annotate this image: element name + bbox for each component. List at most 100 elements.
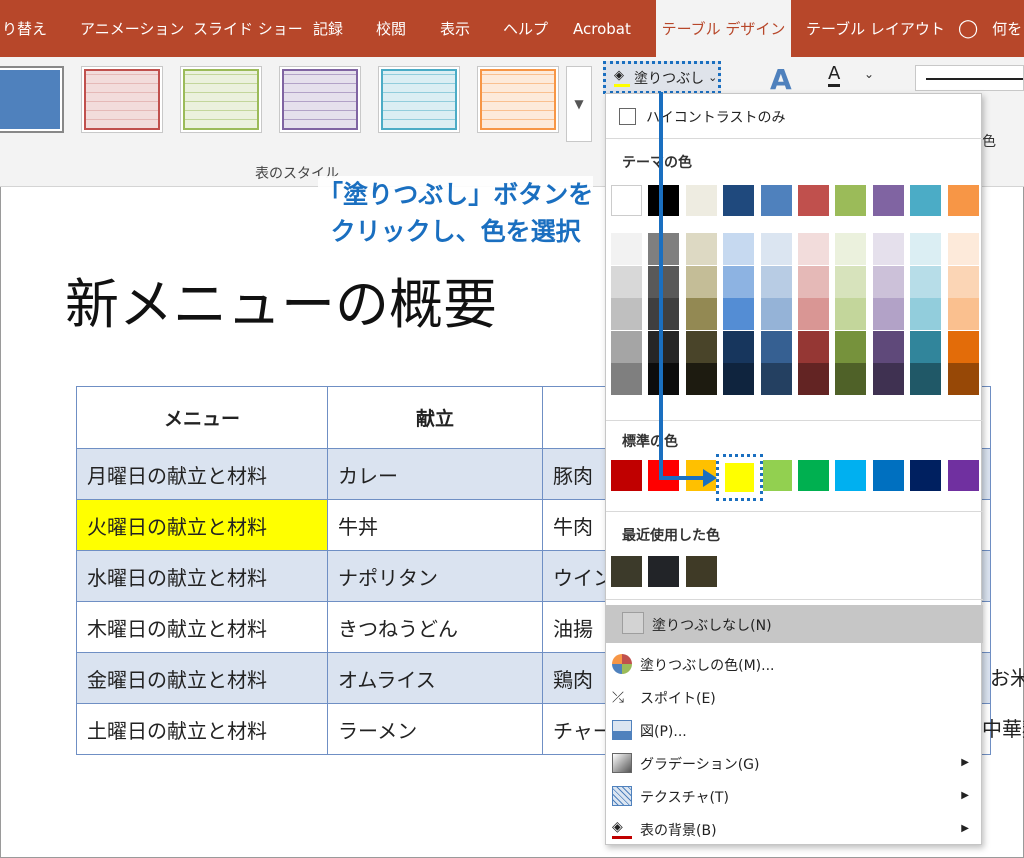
theme-shade-swatch[interactable] xyxy=(760,298,792,331)
standard-color-swatch[interactable] xyxy=(947,460,979,491)
standard-color-swatch[interactable] xyxy=(835,460,867,491)
theme-shade-swatch[interactable] xyxy=(872,330,904,363)
tab-slideshow[interactable]: スライド ショー xyxy=(193,0,303,57)
table-cell[interactable]: 月曜日の献立と材料 xyxy=(76,448,328,500)
recent-color-swatch[interactable] xyxy=(648,556,680,587)
texture-menu-item[interactable]: テクスチャ(T) ▶ xyxy=(606,780,983,812)
theme-shade-swatch[interactable] xyxy=(947,330,979,363)
theme-shade-swatch[interactable] xyxy=(835,265,867,298)
table-cell[interactable]: ラーメン xyxy=(327,703,543,755)
table-style-blue[interactable] xyxy=(0,66,64,133)
theme-shade-swatch[interactable] xyxy=(611,233,642,265)
table-header-cell[interactable]: メニュー xyxy=(76,386,328,449)
theme-shade-swatch[interactable] xyxy=(760,265,792,298)
tab-transitions[interactable]: り替え xyxy=(0,0,60,57)
theme-shade-swatch[interactable] xyxy=(872,265,904,298)
table-cell[interactable]: オムライス xyxy=(327,652,543,704)
theme-shade-swatch[interactable] xyxy=(648,233,680,265)
theme-shade-swatch[interactable] xyxy=(648,298,680,331)
theme-shade-swatch[interactable] xyxy=(760,330,792,363)
theme-color-swatch[interactable] xyxy=(835,185,867,216)
standard-color-swatch[interactable] xyxy=(872,460,904,491)
theme-shade-swatch[interactable] xyxy=(910,233,942,265)
theme-shade-swatch[interactable] xyxy=(685,330,717,363)
theme-color-swatch[interactable] xyxy=(685,185,717,216)
table-cell[interactable]: 金曜日の献立と材料 xyxy=(76,652,328,704)
theme-shade-swatch[interactable] xyxy=(835,298,867,331)
table-cell[interactable]: ナポリタン xyxy=(327,550,543,602)
table-style-orange[interactable] xyxy=(477,66,559,133)
theme-shade-swatch[interactable] xyxy=(723,330,755,363)
theme-shade-swatch[interactable] xyxy=(685,265,717,298)
theme-shade-swatch[interactable] xyxy=(760,363,792,396)
theme-shade-swatch[interactable] xyxy=(685,233,717,265)
tab-help[interactable]: ヘルプ xyxy=(503,0,548,57)
theme-shade-swatch[interactable] xyxy=(723,298,755,331)
theme-shade-swatch[interactable] xyxy=(947,233,979,265)
theme-shade-swatch[interactable] xyxy=(648,363,680,396)
pen-style-select[interactable] xyxy=(915,65,1024,91)
recent-color-swatch[interactable] xyxy=(685,556,717,587)
tab-view[interactable]: 表示 xyxy=(440,0,470,57)
picture-menu-item[interactable]: 図(P)... xyxy=(606,714,983,746)
theme-shade-swatch[interactable] xyxy=(648,330,680,363)
tab-animations[interactable]: アニメーション xyxy=(80,0,184,57)
tab-review[interactable]: 校閲 xyxy=(376,0,406,57)
theme-shade-swatch[interactable] xyxy=(611,330,642,363)
fill-button[interactable]: ◈ 塗りつぶし ⌄ xyxy=(603,61,721,94)
theme-shade-swatch[interactable] xyxy=(611,363,642,396)
tab-table-layout[interactable]: テーブル レイアウト xyxy=(806,0,945,57)
theme-color-swatch[interactable] xyxy=(648,185,680,216)
font-color-icon[interactable]: A xyxy=(828,63,841,87)
theme-shade-swatch[interactable] xyxy=(872,233,904,265)
table-cell[interactable]: 土曜日の献立と材料 xyxy=(76,703,328,755)
theme-shade-swatch[interactable] xyxy=(723,233,755,265)
table-cell-highlighted[interactable]: 火曜日の献立と材料 xyxy=(76,499,328,551)
table-header-cell[interactable]: 献立 xyxy=(327,386,543,449)
table-style-green[interactable] xyxy=(180,66,262,133)
table-style-purple[interactable] xyxy=(279,66,361,133)
theme-color-swatch[interactable] xyxy=(760,185,792,216)
theme-shade-swatch[interactable] xyxy=(947,298,979,331)
eyedropper-menu-item[interactable]: ⤰ スポイト(E) xyxy=(606,681,983,713)
theme-shade-swatch[interactable] xyxy=(723,363,755,396)
standard-color-swatch[interactable] xyxy=(760,460,792,491)
gradient-menu-item[interactable]: グラデーション(G) ▶ xyxy=(606,747,983,779)
more-fill-colors-menu-item[interactable]: 塗りつぶしの色(M)... xyxy=(606,648,983,680)
theme-shade-swatch[interactable] xyxy=(947,363,979,396)
theme-shade-swatch[interactable] xyxy=(760,233,792,265)
theme-color-swatch[interactable] xyxy=(798,185,829,216)
standard-color-swatch[interactable] xyxy=(910,460,942,491)
table-cell[interactable]: きつねうどん xyxy=(327,601,543,653)
table-cell[interactable]: カレー xyxy=(327,448,543,500)
tab-table-design[interactable]: テーブル デザイン xyxy=(656,0,791,57)
standard-color-swatch[interactable] xyxy=(798,460,829,491)
table-style-teal[interactable] xyxy=(378,66,460,133)
table-style-red[interactable] xyxy=(81,66,163,133)
yellow-swatch-highlight[interactable] xyxy=(716,454,763,501)
theme-shade-swatch[interactable] xyxy=(798,233,829,265)
theme-shade-swatch[interactable] xyxy=(835,363,867,396)
theme-color-swatch[interactable] xyxy=(872,185,904,216)
recent-color-swatch[interactable] xyxy=(611,556,642,587)
theme-shade-swatch[interactable] xyxy=(835,233,867,265)
checkbox-icon[interactable] xyxy=(619,108,636,125)
tell-me-search[interactable]: ◯ 何を xyxy=(958,0,1022,57)
theme-shade-swatch[interactable] xyxy=(798,298,829,331)
gallery-more-button[interactable]: ▼ xyxy=(566,66,592,142)
text-effects-icon[interactable]: A xyxy=(770,63,792,96)
theme-shade-swatch[interactable] xyxy=(835,330,867,363)
theme-shade-swatch[interactable] xyxy=(798,330,829,363)
standard-color-swatch[interactable] xyxy=(611,460,642,491)
theme-shade-swatch[interactable] xyxy=(798,265,829,298)
theme-shade-swatch[interactable] xyxy=(910,330,942,363)
slide-title[interactable]: 新メニューの概要 xyxy=(65,260,497,339)
theme-color-swatch[interactable] xyxy=(910,185,942,216)
chevron-down-icon[interactable]: ⌄ xyxy=(864,67,874,81)
table-cell[interactable]: 木曜日の献立と材料 xyxy=(76,601,328,653)
theme-color-swatch[interactable] xyxy=(611,185,642,216)
theme-shade-swatch[interactable] xyxy=(910,298,942,331)
theme-shade-swatch[interactable] xyxy=(611,265,642,298)
theme-shade-swatch[interactable] xyxy=(872,363,904,396)
theme-color-swatch[interactable] xyxy=(947,185,979,216)
